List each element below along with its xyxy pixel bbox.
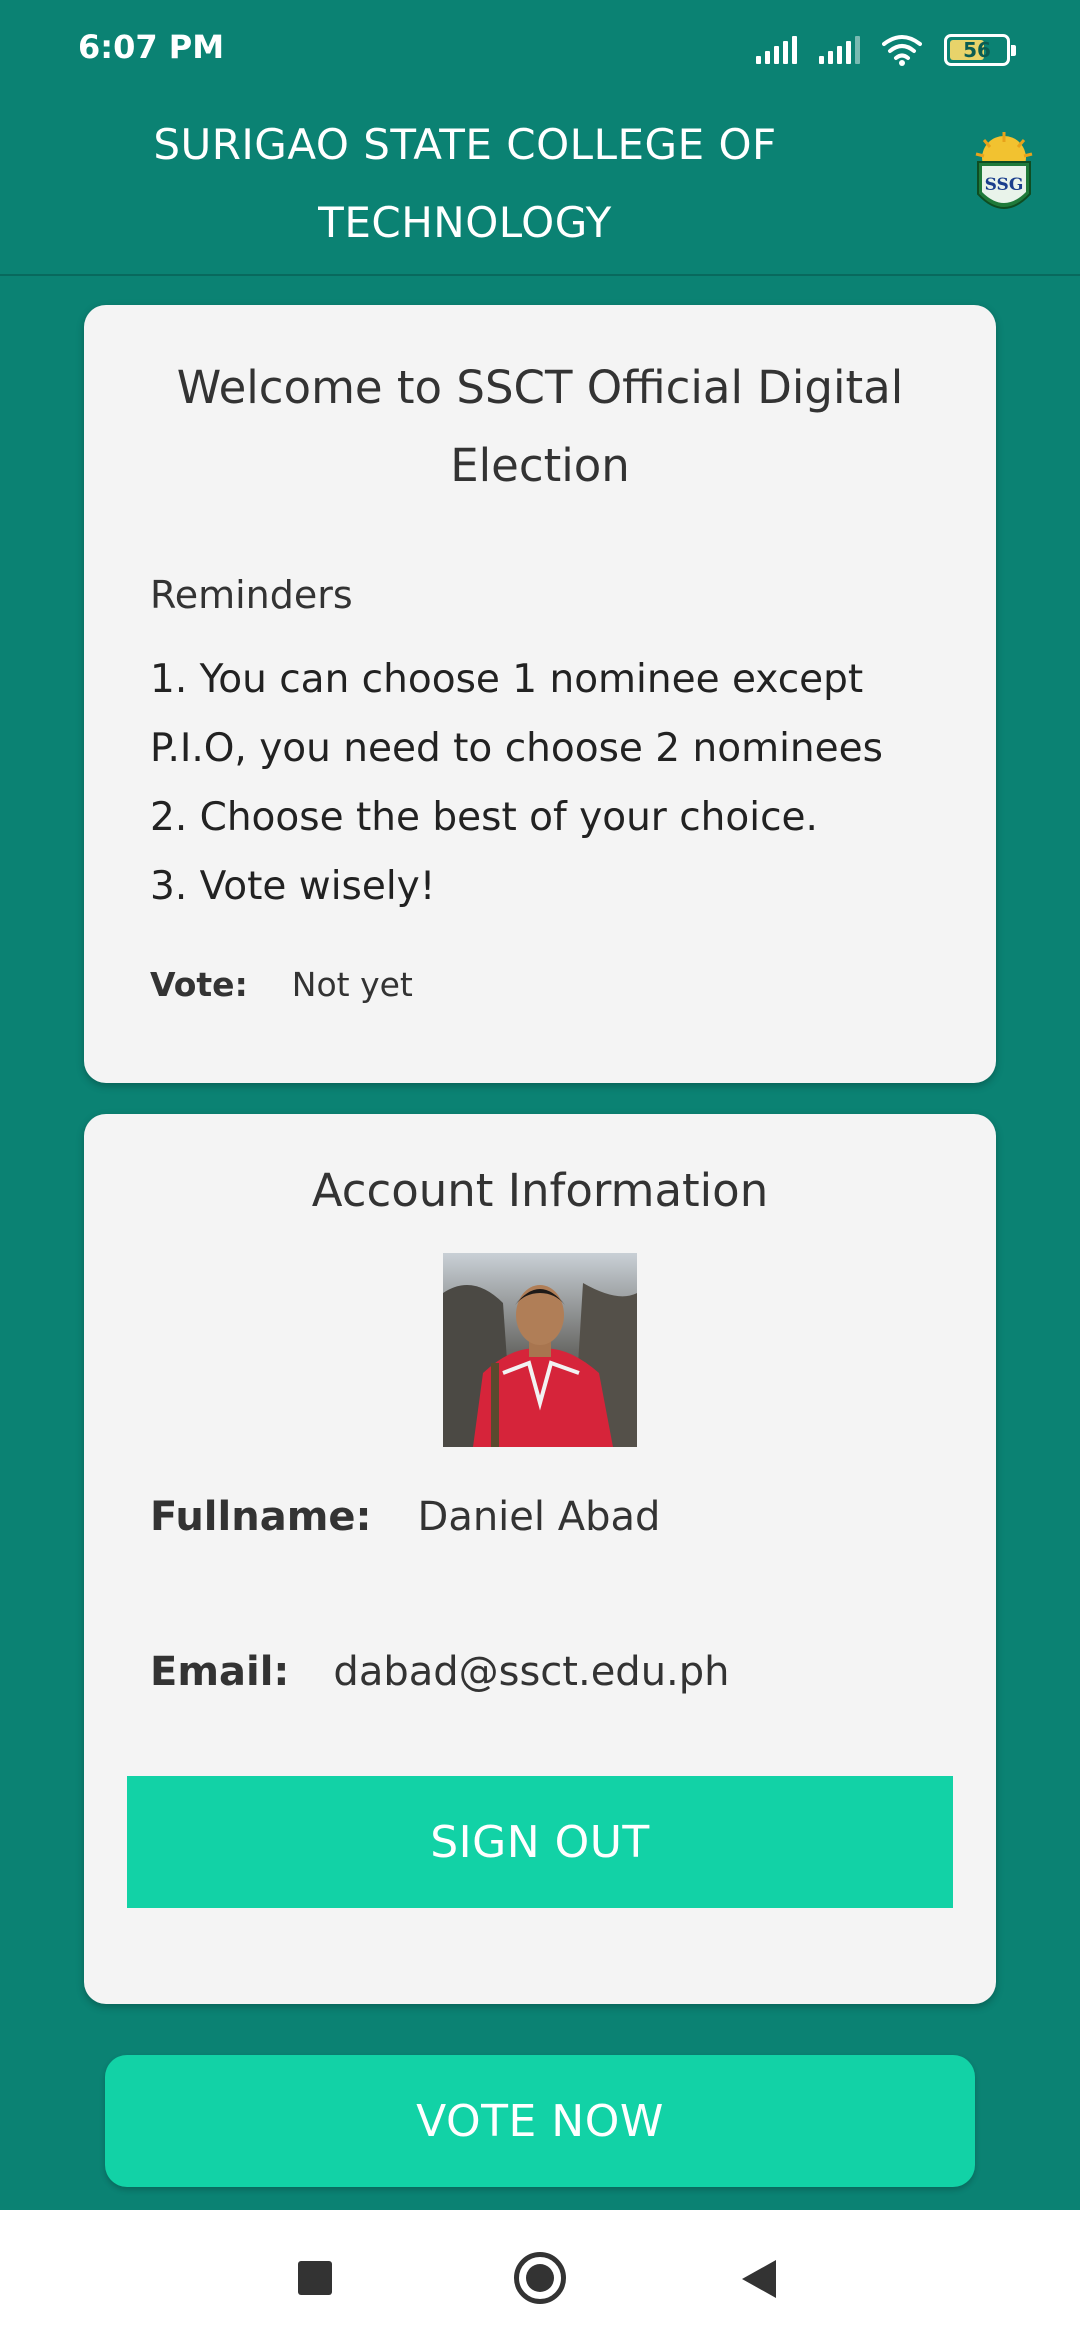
account-card: Account Information Fullname: Daniel Aba… xyxy=(84,1114,996,2004)
reminders-heading: Reminders xyxy=(150,573,353,617)
ssg-logo-icon: SSG xyxy=(975,132,1033,209)
recent-apps-icon[interactable] xyxy=(298,2261,332,2295)
email-value: dabad@ssct.edu.ph xyxy=(333,1649,730,1695)
reminders-list: 1. You can choose 1 nominee except P.I.O… xyxy=(150,645,970,921)
back-icon[interactable] xyxy=(742,2260,776,2298)
status-icons: 56 xyxy=(756,28,1016,72)
navigation-bar xyxy=(0,2210,1080,2340)
app-header: SURIGAO STATE COLLEGE OF TECHNOLOGY SSG xyxy=(0,96,1080,276)
fullname-value: Daniel Abad xyxy=(417,1494,661,1540)
battery-icon: 56 xyxy=(944,34,1016,66)
account-title: Account Information xyxy=(311,1164,769,1217)
vote-status-row: Vote: Not yet xyxy=(150,965,413,1004)
battery-level: 56 xyxy=(963,38,991,62)
welcome-card: Welcome to SSCT Official Digital Electio… xyxy=(84,305,996,1083)
status-time: 6:07 PM xyxy=(78,28,225,66)
email-label: Email: xyxy=(150,1649,290,1695)
status-bar: 6:07 PM 56 xyxy=(0,0,1080,96)
reminder-item: 2. Choose the best of your choice. xyxy=(150,795,818,840)
home-icon[interactable] xyxy=(514,2252,566,2304)
email-row: Email: dabad@ssct.edu.ph xyxy=(150,1649,730,1695)
signal-icon xyxy=(756,36,797,64)
fullname-label: Fullname: xyxy=(150,1494,372,1540)
reminder-item: 3. Vote wisely! xyxy=(150,864,436,909)
welcome-title: Welcome to SSCT Official Digital Electio… xyxy=(176,361,904,492)
avatar xyxy=(443,1253,637,1447)
reminder-item: 1. You can choose 1 nominee except P.I.O… xyxy=(150,657,883,771)
wifi-icon xyxy=(882,35,922,66)
fullname-row: Fullname: Daniel Abad xyxy=(150,1494,660,1540)
sign-out-button[interactable]: SIGN OUT xyxy=(127,1776,953,1908)
vote-status: Not yet xyxy=(291,965,413,1004)
app-title: SURIGAO STATE COLLEGE OF TECHNOLOGY xyxy=(153,120,777,247)
screen: 6:07 PM 56 SURIGAO STATE COLLEGE OF TECH… xyxy=(0,0,1080,2340)
vote-now-button[interactable]: VOTE NOW xyxy=(105,2055,975,2187)
svg-text:SSG: SSG xyxy=(985,175,1024,195)
vote-label: Vote: xyxy=(150,965,248,1004)
signal-icon xyxy=(819,36,860,64)
